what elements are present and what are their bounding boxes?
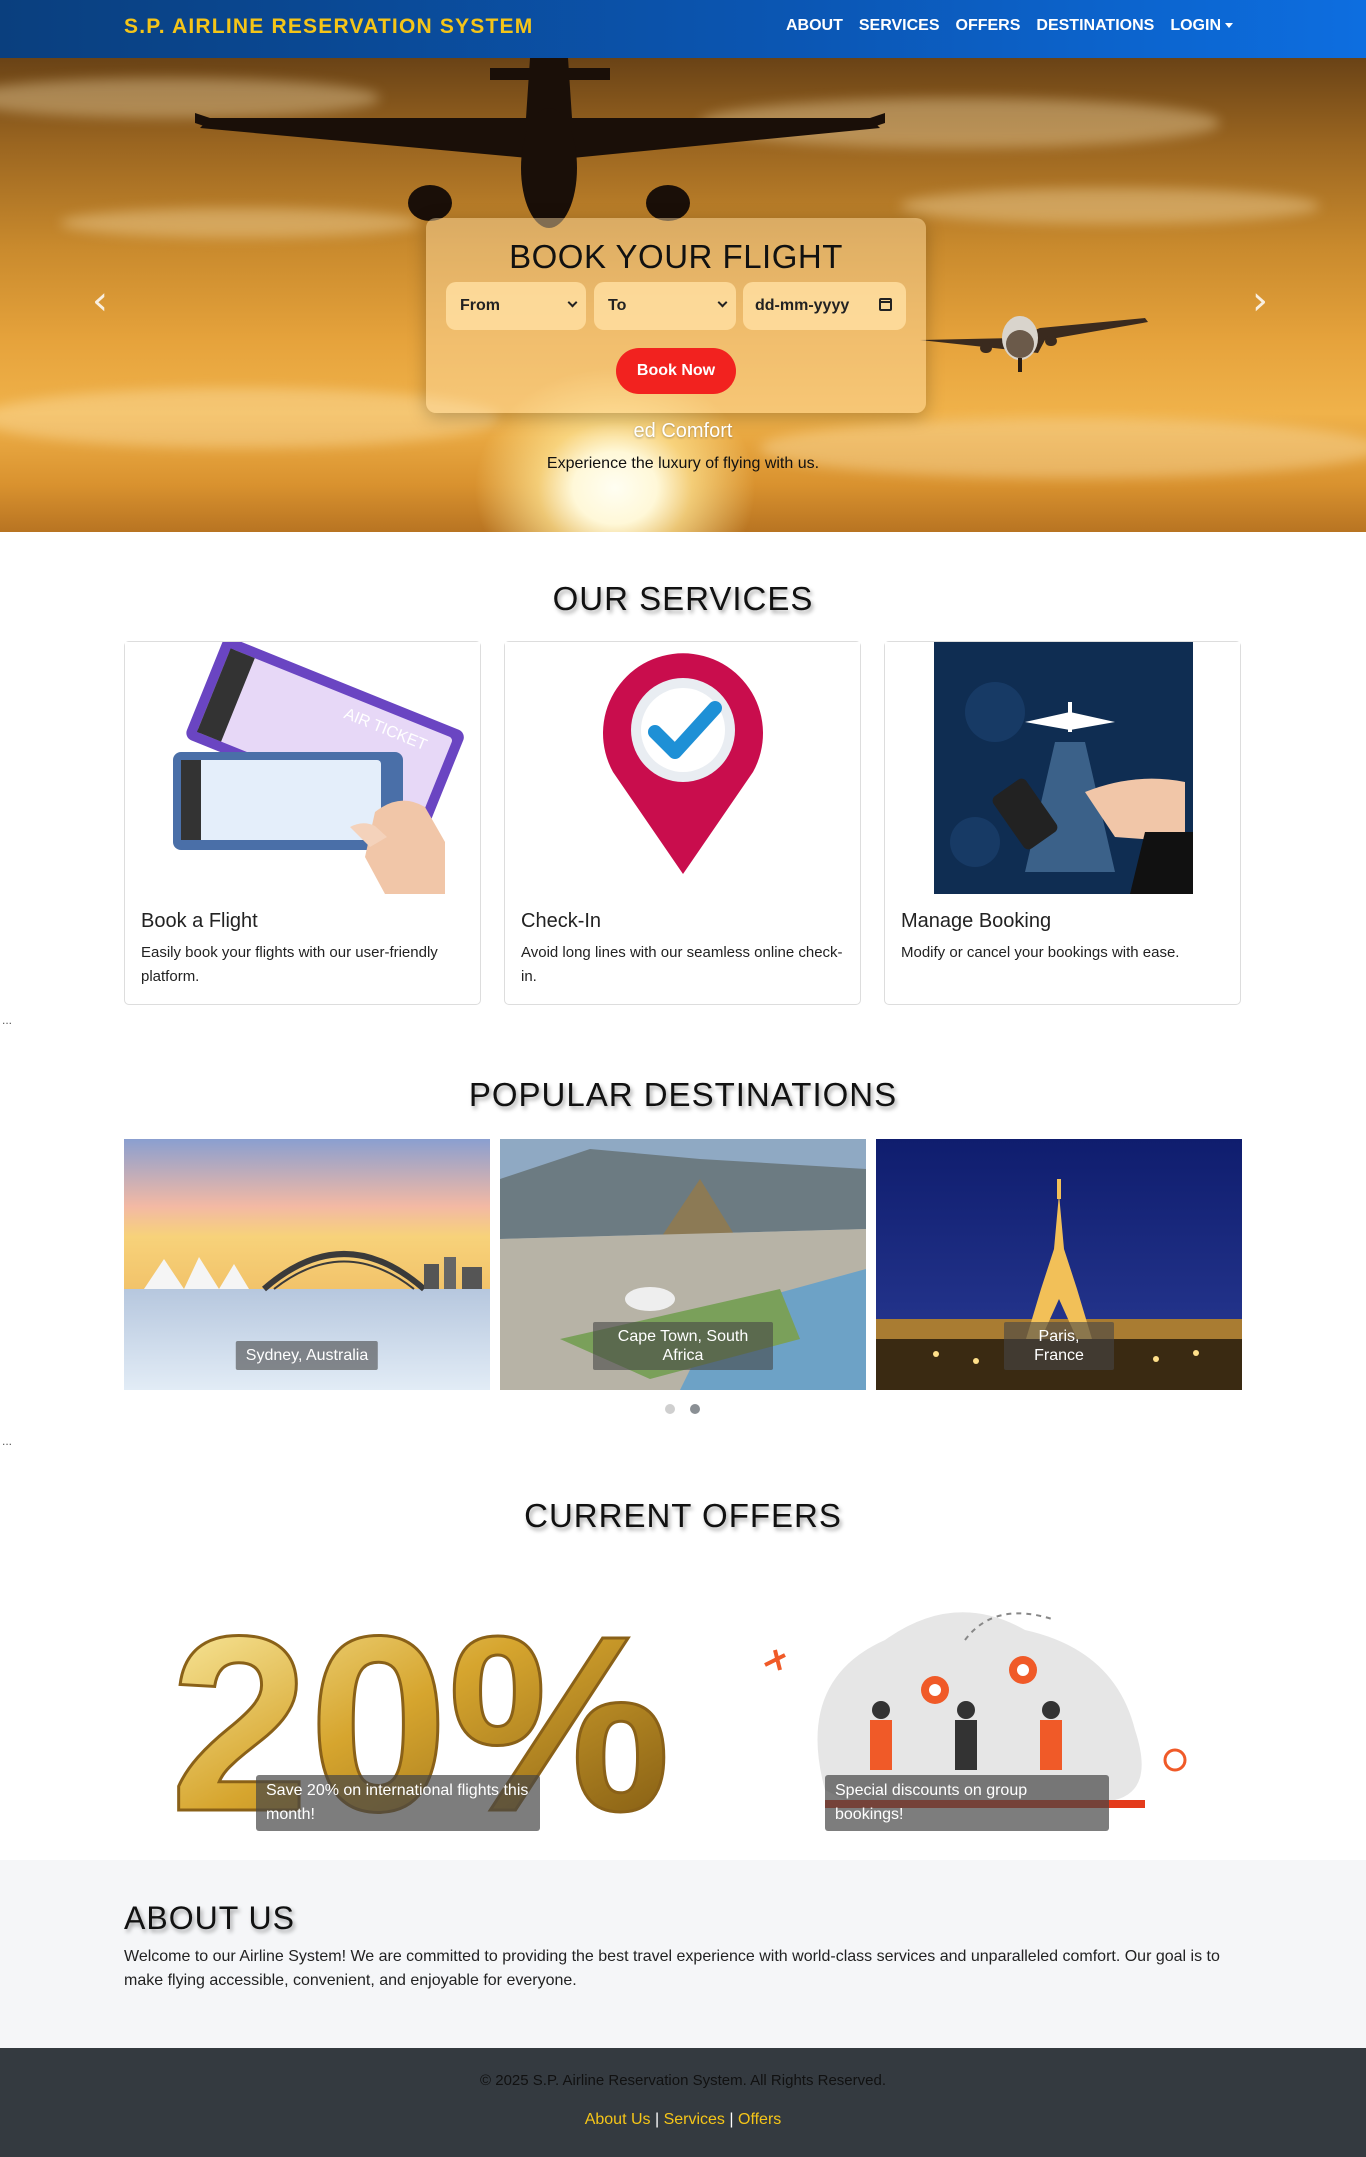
- date-placeholder: dd-mm-yyyy: [755, 297, 850, 314]
- hero-caption-title: ed Comfort: [633, 420, 733, 442]
- offer-international[interactable]: 20% Save 20% on international flights th…: [150, 1560, 695, 1845]
- airplane-image: [195, 58, 885, 228]
- page: S.P. AIRLINE RESERVATION SYSTEM ABOUT SE…: [0, 0, 1366, 2157]
- footer: © 2025 S.P. Airline Reservation System. …: [0, 2048, 1366, 2157]
- separator-text: ...: [2, 1013, 13, 1027]
- caret-down-icon: [1225, 23, 1233, 29]
- separator-text: ...: [2, 1434, 13, 1448]
- carousel-indicator[interactable]: [665, 1404, 675, 1414]
- nav-links: ABOUT SERVICES OFFERS DESTINATIONS LOGIN: [786, 17, 1233, 35]
- carousel-next-arrow-icon[interactable]: ›: [1252, 278, 1268, 324]
- offer-label: Save 20% on international flights this m…: [256, 1775, 540, 1831]
- carousel-indicator-active[interactable]: [690, 1404, 700, 1414]
- carousel-prev-arrow-icon[interactable]: ‹: [92, 278, 108, 324]
- booking-form: BOOK YOUR FLIGHT From To dd-mm-yyyy Book…: [426, 218, 926, 413]
- calendar-icon[interactable]: [879, 298, 892, 311]
- navbar: S.P. AIRLINE RESERVATION SYSTEM ABOUT SE…: [0, 0, 1366, 58]
- destinations-title: POPULAR DESTINATIONS: [468, 1076, 898, 1113]
- card-text: Modify or cancel your bookings with ease…: [901, 944, 1180, 961]
- destination-label: Sydney, Australia: [235, 1341, 379, 1370]
- destination-paris[interactable]: Paris, France: [876, 1139, 1242, 1390]
- destination-cape-town[interactable]: Cape Town, South Africa: [500, 1139, 866, 1390]
- hero-caption-text: Experience the luxury of flying with us.: [546, 455, 820, 472]
- book-now-button[interactable]: Book Now: [616, 348, 736, 394]
- service-card-book-flight[interactable]: AIR TICKET Book a Flight Easily book you…: [124, 641, 481, 1005]
- card-title: Check-In: [521, 910, 602, 932]
- footer-link-services[interactable]: Services: [664, 2111, 725, 2128]
- cloud-shape: [900, 188, 1320, 224]
- small-airplane-image: [920, 316, 1148, 372]
- to-select-value: To: [608, 297, 627, 314]
- chevron-down-icon: [717, 297, 728, 308]
- offer-label: Special discounts on group bookings!: [825, 1775, 1109, 1831]
- card-text: Avoid long lines with our seamless onlin…: [521, 944, 843, 985]
- footer-copyright: © 2025 S.P. Airline Reservation System. …: [480, 2072, 886, 2089]
- footer-link-about[interactable]: About Us: [585, 2111, 651, 2128]
- services-title: OUR SERVICES: [552, 580, 814, 617]
- date-input[interactable]: dd-mm-yyyy: [743, 282, 906, 330]
- nav-about[interactable]: ABOUT: [786, 17, 843, 35]
- nav-login-label: LOGIN: [1170, 17, 1221, 34]
- destination-sydney[interactable]: Sydney, Australia: [124, 1139, 490, 1390]
- to-select[interactable]: To: [594, 282, 736, 330]
- destination-label: Paris, France: [1004, 1322, 1114, 1370]
- card-title: Manage Booking: [901, 910, 1052, 932]
- offers-title: CURRENT OFFERS: [524, 1497, 842, 1534]
- footer-separator: |: [729, 2111, 734, 2128]
- destination-label: Cape Town, South Africa: [593, 1322, 773, 1370]
- from-select[interactable]: From: [446, 282, 586, 330]
- hero-carousel: ‹ › BOOK YOUR FLIGHT From To dd-mm-yyyy …: [0, 58, 1366, 532]
- manage-booking-image: [885, 642, 1240, 894]
- offer-group[interactable]: Special discounts on group bookings!: [695, 1560, 1240, 1845]
- footer-links: About Us | Services | Offers: [0, 2111, 1366, 2129]
- footer-link-offers[interactable]: Offers: [738, 2111, 781, 2128]
- footer-separator: |: [654, 2111, 660, 2128]
- about-section: ABOUT US Welcome to our Airline System! …: [0, 1860, 1366, 2048]
- card-title: Book a Flight: [141, 910, 258, 932]
- service-card-manage-booking[interactable]: Manage Booking Modify or cancel your boo…: [884, 641, 1241, 1005]
- check-in-pin-image: [505, 642, 860, 894]
- air-ticket-image: AIR TICKET: [125, 642, 480, 894]
- nav-offers[interactable]: OFFERS: [956, 17, 1021, 35]
- brand-logo[interactable]: S.P. AIRLINE RESERVATION SYSTEM: [124, 15, 533, 39]
- booking-title: BOOK YOUR FLIGHT: [509, 238, 843, 275]
- nav-services[interactable]: SERVICES: [859, 17, 940, 35]
- from-select-value: From: [460, 297, 500, 314]
- chevron-down-icon: [567, 297, 578, 308]
- nav-destinations[interactable]: DESTINATIONS: [1036, 17, 1154, 35]
- about-title: ABOUT US: [124, 1900, 295, 1936]
- card-text: Easily book your flights with our user-f…: [141, 944, 438, 985]
- nav-login-dropdown[interactable]: LOGIN: [1170, 17, 1233, 35]
- service-card-check-in[interactable]: Check-In Avoid long lines with our seaml…: [504, 641, 861, 1005]
- about-text: Welcome to our Airline System! We are co…: [124, 1948, 1220, 1989]
